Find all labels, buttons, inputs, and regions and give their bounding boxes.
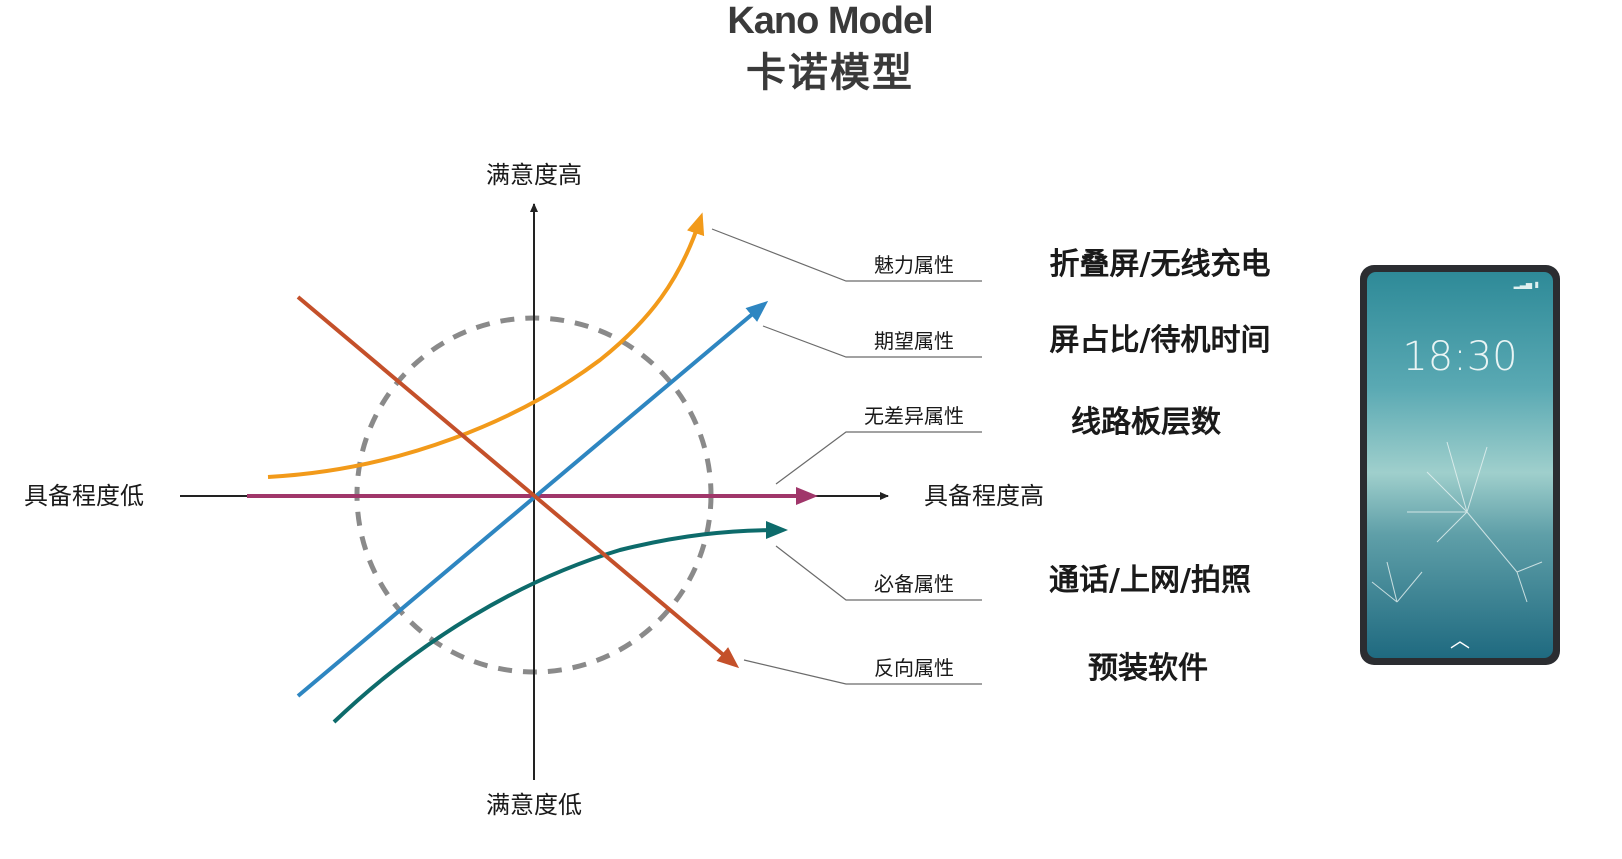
attractive-attribute-curve [267, 212, 705, 479]
example-performance: 屏占比/待机时间 [1050, 323, 1271, 358]
example-indifferent: 线路板层数 [1071, 405, 1222, 440]
swipe-up-chevron-icon: ︿ [1450, 628, 1470, 652]
attribute-label-indifferent: 无差异属性 [864, 404, 964, 428]
attribute-label-attractive: 魅力属性 [874, 253, 954, 277]
attribute-label-must-be: 必备属性 [874, 572, 954, 596]
dandelion-wallpaper-icon [1371, 441, 1543, 603]
leader-indifferent [775, 431, 982, 485]
example-attractive: 折叠屏/无线充电 [1050, 247, 1271, 282]
example-reverse: 预装软件 [1088, 651, 1208, 686]
attribute-label-reverse: 反向属性 [874, 656, 954, 680]
y-axis-bottom-label: 满意度低 [486, 791, 582, 819]
performance-attribute-line [296, 300, 769, 698]
reverse-attribute-line [296, 295, 740, 669]
y-axis-top-label: 满意度高 [486, 161, 582, 189]
example-must-be: 通话/上网/拍照 [1049, 563, 1251, 598]
attribute-label-performance: 期望属性 [874, 329, 954, 353]
x-axis-right-label: 具备程度高 [924, 482, 1044, 510]
phone-illustration: ▂▃▅ ▮ 18:30 ︿ [1360, 265, 1560, 665]
x-axis-left-label: 具备程度低 [24, 482, 144, 510]
phone-screen: ▂▃▅ ▮ 18:30 ︿ [1367, 272, 1553, 658]
must-be-attribute-curve [332, 521, 788, 724]
